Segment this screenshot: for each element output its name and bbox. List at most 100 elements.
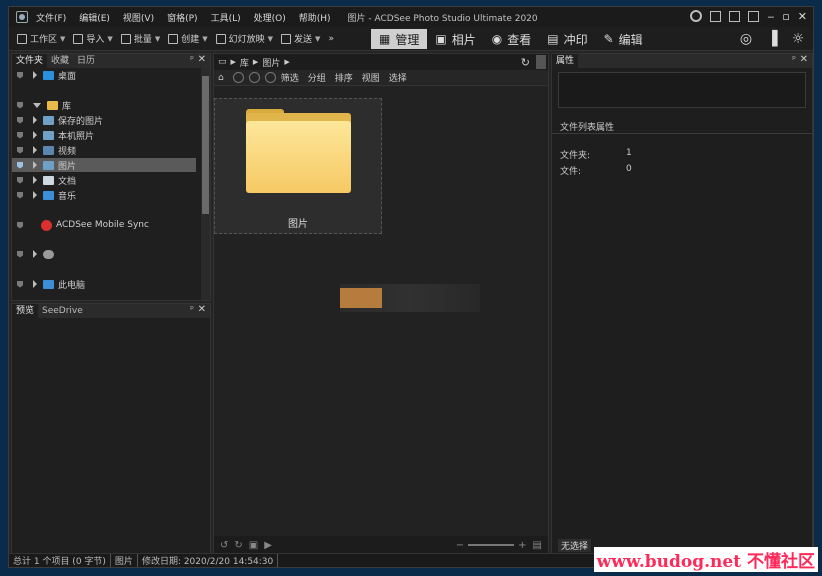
tree-item-videos[interactable]: 视频	[12, 143, 76, 157]
easy-select-icon[interactable]	[17, 191, 23, 199]
close-panel-button[interactable]: ✕	[198, 54, 206, 65]
menu-file[interactable]: 文件(F)	[36, 11, 66, 24]
image-view-icon[interactable]: ▤	[533, 540, 542, 551]
menu-process[interactable]: 处理(O)	[254, 11, 286, 24]
path-dropdown-button[interactable]	[536, 55, 546, 69]
pin-icon[interactable]: ᵖ	[190, 305, 194, 315]
home-icon[interactable]: ⌂	[218, 73, 224, 83]
layout-1-icon[interactable]	[710, 10, 722, 22]
computer-icon[interactable]: ▭	[218, 57, 227, 67]
close-panel-button[interactable]: ✕	[198, 304, 206, 315]
expand-icon[interactable]	[33, 250, 37, 258]
path-segment-library[interactable]: 库	[240, 56, 249, 69]
menu-tools[interactable]: 工具(L)	[211, 11, 241, 24]
view-menu[interactable]: 视图	[362, 71, 380, 84]
refresh-icon[interactable]: ↻	[521, 56, 530, 69]
up-icon[interactable]	[264, 72, 276, 83]
rotate-right-icon[interactable]: ↻	[234, 540, 242, 551]
tab-seedrive[interactable]: SeeDrive	[38, 304, 87, 318]
mode-view[interactable]: ◉ 查看	[484, 29, 540, 49]
expand-icon[interactable]	[33, 280, 37, 288]
toolbar-overflow-button[interactable]: »	[328, 34, 334, 44]
pin-icon[interactable]: ᵖ	[190, 55, 194, 65]
menu-help[interactable]: 帮助(H)	[299, 11, 331, 24]
zoom-in-icon[interactable]: +	[518, 540, 526, 551]
easy-select-icon[interactable]	[17, 280, 23, 288]
folders-scrollbar[interactable]	[201, 68, 210, 300]
mode-edit[interactable]: ✎ 编辑	[596, 29, 651, 49]
maximize-button[interactable]: ▫	[782, 11, 789, 22]
online-icon[interactable]: ☼	[789, 31, 807, 47]
tree-item-documents[interactable]: 文档	[12, 173, 76, 187]
expand-icon[interactable]	[33, 176, 37, 184]
tree-item-onedrive[interactable]	[12, 247, 58, 261]
back-icon[interactable]	[232, 72, 244, 83]
forward-icon[interactable]	[248, 72, 260, 83]
easy-select-icon[interactable]	[17, 131, 23, 139]
pin-icon[interactable]: ᵖ	[792, 55, 796, 65]
tab-properties[interactable]: 属性	[552, 54, 579, 68]
easy-select-icon[interactable]	[17, 146, 23, 154]
tree-item-pictures[interactable]: 图片	[12, 158, 196, 172]
mode-photos[interactable]: ▣ 相片	[427, 29, 483, 49]
tree-item-library[interactable]: 库	[12, 98, 71, 112]
compare-icon[interactable]: ▣	[249, 540, 258, 551]
tree-item-music[interactable]: 音乐	[12, 188, 76, 202]
easy-select-icon[interactable]	[17, 161, 23, 169]
easy-select-icon[interactable]	[17, 116, 23, 124]
batch-button[interactable]: 批量 ▼	[120, 32, 160, 45]
folder-thumbnail[interactable]: 图片	[214, 98, 382, 234]
easy-select-icon[interactable]	[17, 221, 23, 229]
select-menu[interactable]: 选择	[389, 71, 407, 84]
tab-favorites[interactable]: 收藏	[47, 54, 73, 68]
account-icon[interactable]	[690, 10, 703, 22]
sort-menu[interactable]: 排序	[335, 71, 353, 84]
workspace-button[interactable]: 工作区 ▼	[17, 32, 65, 45]
easy-select-icon[interactable]	[17, 250, 23, 258]
tree-item-camera-roll[interactable]: 本机照片	[12, 128, 94, 142]
tab-calendar[interactable]: 日历	[73, 54, 99, 68]
filter-menu[interactable]: 筛选	[281, 71, 299, 84]
expand-icon[interactable]	[33, 71, 37, 79]
collapse-icon[interactable]	[33, 102, 41, 108]
expand-icon[interactable]	[33, 116, 37, 124]
play-icon[interactable]: ▶	[264, 540, 272, 551]
tree-item-saved-pictures[interactable]: 保存的图片	[12, 113, 103, 127]
expand-icon[interactable]	[33, 161, 37, 169]
no-selection-tab[interactable]: 无选择	[558, 539, 592, 552]
create-button[interactable]: 创建 ▼	[168, 32, 208, 45]
easy-select-icon[interactable]	[17, 101, 23, 109]
thumbnail-size-slider[interactable]	[468, 544, 515, 546]
minimize-button[interactable]: ‒	[767, 11, 774, 22]
expand-icon[interactable]	[33, 131, 37, 139]
zoom-out-icon[interactable]: −	[456, 540, 464, 551]
acdsee-365-icon[interactable]: ◎	[737, 31, 755, 47]
import-button[interactable]: 导入 ▼	[73, 32, 113, 45]
easy-select-icon[interactable]	[17, 71, 23, 79]
close-panel-button[interactable]: ✕	[800, 54, 808, 65]
rotate-left-icon[interactable]: ↺	[220, 540, 228, 551]
tree-item-desktop[interactable]: 桌面	[12, 68, 76, 82]
send-button[interactable]: 发送 ▼	[281, 32, 320, 45]
expand-icon[interactable]	[33, 146, 37, 154]
layout-3-icon[interactable]	[748, 10, 760, 22]
easy-select-icon[interactable]	[17, 176, 23, 184]
menu-view[interactable]: 视图(V)	[123, 11, 154, 24]
menu-edit[interactable]: 编辑(E)	[79, 11, 110, 24]
tab-folders[interactable]: 文件夹	[12, 54, 48, 68]
tab-preview[interactable]: 预览	[12, 304, 39, 318]
dashboard-icon[interactable]: ▐	[763, 31, 781, 47]
group-menu[interactable]: 分组	[308, 71, 326, 84]
menu-pane[interactable]: 窗格(P)	[167, 11, 197, 24]
path-segment-pictures[interactable]: 图片	[262, 56, 280, 69]
scrollbar-thumb[interactable]	[202, 76, 209, 214]
tree-item-this-pc[interactable]: 此电脑	[12, 277, 85, 291]
close-button[interactable]: ✕	[798, 11, 807, 22]
mode-develop[interactable]: ▤ 冲印	[539, 29, 595, 49]
expand-icon[interactable]	[33, 191, 37, 199]
layout-2-icon[interactable]	[729, 10, 741, 22]
mode-manage[interactable]: ▦ 管理	[371, 29, 428, 49]
folders-panel-tabs: 文件夹 收藏 日历 ᵖ ✕	[12, 54, 210, 68]
tree-item-mobile-sync[interactable]: ACDSee Mobile Sync	[12, 218, 149, 232]
slideshow-button[interactable]: 幻灯放映 ▼	[215, 32, 273, 45]
